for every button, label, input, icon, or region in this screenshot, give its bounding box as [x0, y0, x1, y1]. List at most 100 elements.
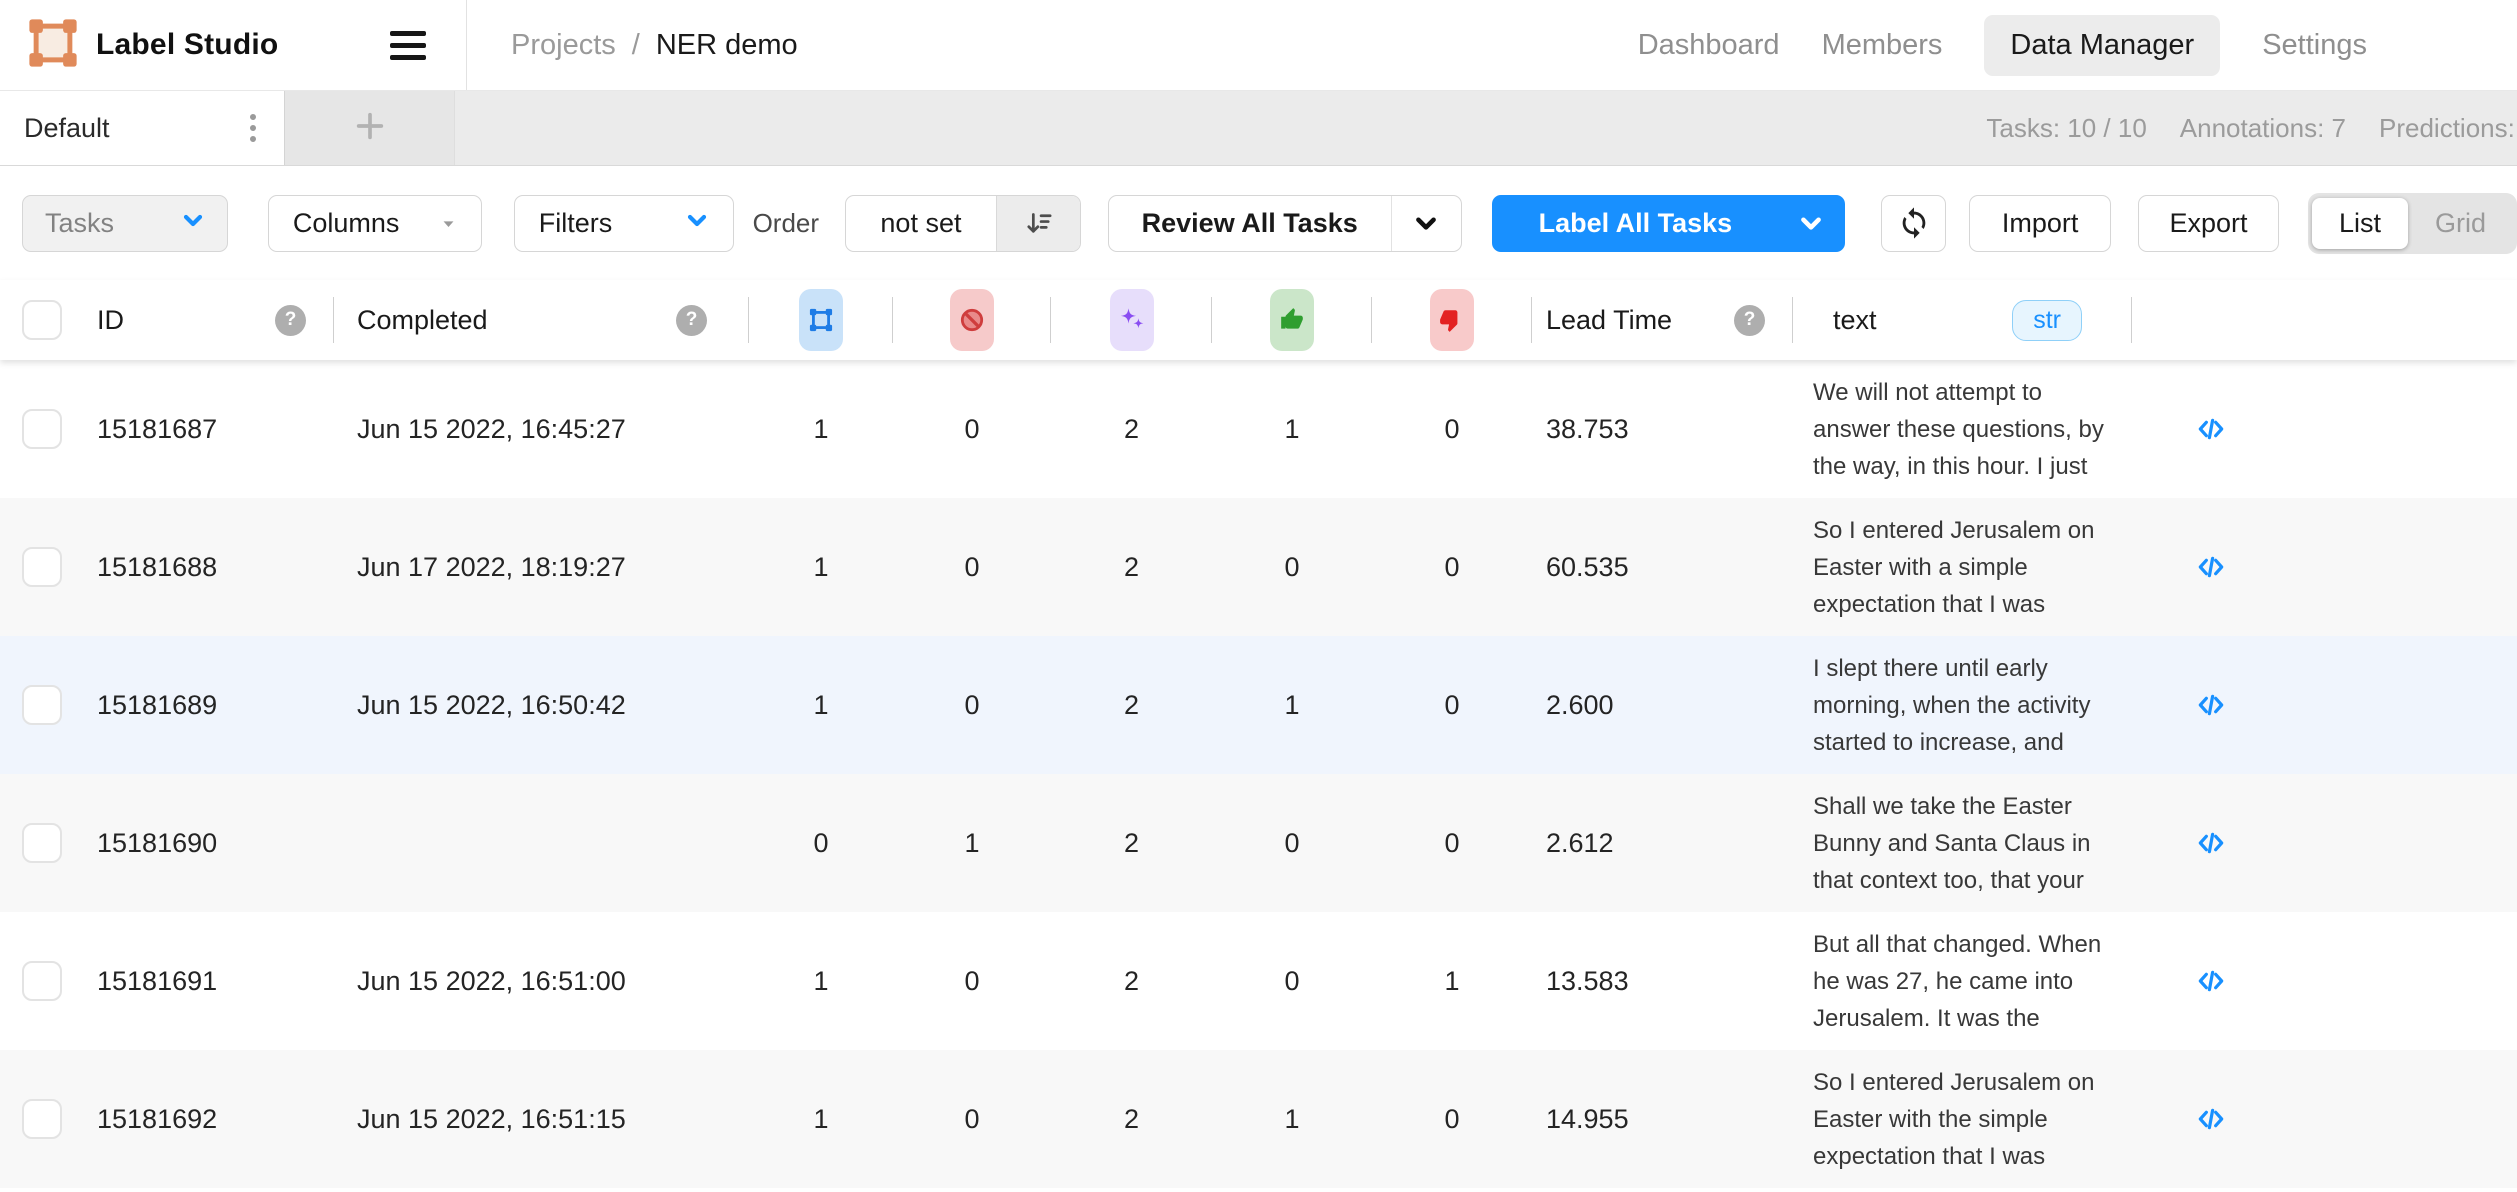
help-icon[interactable]: ? — [1734, 305, 1765, 336]
help-icon[interactable]: ? — [676, 305, 707, 336]
label-all-tasks-button[interactable]: Label All Tasks — [1492, 195, 1846, 252]
rejected-count: 0 — [1372, 690, 1532, 721]
accepted-count: 0 — [1212, 828, 1372, 859]
filters-dropdown[interactable]: Filters — [514, 195, 734, 252]
no-entry-icon — [950, 289, 994, 351]
label-all-tasks-label: Label All Tasks — [1493, 208, 1779, 239]
show-source-button[interactable] — [2132, 827, 2290, 859]
stat-tasks: Tasks: 10 / 10 — [1986, 113, 2146, 144]
tab-default[interactable]: Default — [0, 91, 285, 165]
grid-view-button[interactable]: Grid — [2408, 198, 2513, 249]
show-source-button[interactable] — [2132, 551, 2290, 583]
rejected-count: 0 — [1372, 552, 1532, 583]
id-header-label: ID — [97, 305, 124, 336]
annotations-count: 0 — [749, 828, 893, 859]
task-table: 15181687 Jun 15 2022, 16:45:27 1 0 2 1 0… — [0, 360, 2517, 1188]
cancelled-count: 0 — [893, 414, 1051, 445]
row-checkbox[interactable] — [22, 823, 62, 863]
nav-data-manager[interactable]: Data Manager — [1984, 15, 2220, 76]
plus-icon — [353, 109, 387, 148]
row-checkbox[interactable] — [22, 1099, 62, 1139]
review-dropdown-toggle[interactable] — [1391, 196, 1461, 251]
column-header-annotations[interactable] — [749, 280, 893, 360]
stat-annotations: Annotations: 7 — [2180, 113, 2346, 144]
sort-descending-icon — [1023, 208, 1054, 239]
select-all-checkbox[interactable] — [22, 300, 62, 340]
accepted-count: 1 — [1212, 690, 1372, 721]
accepted-count: 1 — [1212, 414, 1372, 445]
predictions-count: 2 — [1051, 552, 1212, 583]
task-completed: Jun 15 2022, 16:50:42 — [334, 690, 749, 721]
help-icon[interactable]: ? — [275, 305, 306, 336]
rejected-count: 0 — [1372, 828, 1532, 859]
list-view-button[interactable]: List — [2312, 198, 2408, 249]
show-source-button[interactable] — [2132, 689, 2290, 721]
column-header-source — [2132, 280, 2290, 360]
cancelled-count: 0 — [893, 690, 1051, 721]
table-row[interactable]: 15181692 Jun 15 2022, 16:51:15 1 0 2 1 0… — [0, 1050, 2517, 1188]
breadcrumb-projects[interactable]: Projects — [511, 29, 616, 62]
task-completed: Jun 17 2022, 18:19:27 — [334, 552, 749, 583]
task-completed: Jun 15 2022, 16:45:27 — [334, 414, 749, 445]
table-row[interactable]: 15181691 Jun 15 2022, 16:51:00 1 0 2 0 1… — [0, 912, 2517, 1050]
nav-dashboard[interactable]: Dashboard — [1638, 15, 1780, 76]
cancelled-count: 0 — [893, 552, 1051, 583]
brand-zone: Label Studio — [0, 0, 467, 90]
import-button[interactable]: Import — [1969, 195, 2111, 252]
hamburger-menu-icon[interactable] — [390, 31, 426, 60]
task-text-snippet: Shall we take the Easter Bunny and Santa… — [1793, 788, 2123, 899]
annotations-count: 1 — [749, 966, 893, 997]
code-icon — [2195, 1103, 2227, 1135]
lead-time: 13.583 — [1532, 966, 1793, 997]
tab-kebab-menu-icon[interactable] — [244, 108, 262, 148]
tasks-dropdown[interactable]: Tasks — [22, 195, 228, 252]
toolbar: Tasks Columns Filters Order not set Revi… — [0, 166, 2517, 280]
refresh-button[interactable] — [1881, 195, 1946, 252]
order-value-button[interactable]: not set — [845, 195, 1081, 252]
rejected-count: 1 — [1372, 966, 1532, 997]
row-checkbox[interactable] — [22, 547, 62, 587]
label-dropdown-toggle[interactable] — [1778, 196, 1844, 251]
table-row[interactable]: 15181690 0 1 2 0 0 2.612 Shall we take t… — [0, 774, 2517, 912]
table-row[interactable]: 15181687 Jun 15 2022, 16:45:27 1 0 2 1 0… — [0, 360, 2517, 498]
column-header-rejected[interactable] — [1372, 280, 1532, 360]
add-tab-button[interactable] — [285, 91, 455, 165]
stat-predictions: Predictions: 20 — [2379, 113, 2517, 144]
table-header: ID ? Completed ? — [0, 280, 2517, 360]
task-text-snippet: I slept there until early morning, when … — [1793, 650, 2123, 761]
code-icon — [2195, 827, 2227, 859]
show-source-button[interactable] — [2132, 413, 2290, 445]
table-row[interactable]: 15181689 Jun 15 2022, 16:50:42 1 0 2 1 0… — [0, 636, 2517, 774]
app-header: Label Studio Projects / NER demo Dashboa… — [0, 0, 2517, 91]
column-header-id[interactable]: ID ? — [85, 280, 334, 360]
task-text-snippet: So I entered Jerusalem on Easter with a … — [1793, 512, 2123, 623]
row-checkbox[interactable] — [22, 409, 62, 449]
columns-dropdown[interactable]: Columns — [268, 195, 482, 252]
column-header-completed[interactable]: Completed ? — [334, 280, 749, 360]
show-source-button[interactable] — [2132, 965, 2290, 997]
column-header-cancelled[interactable] — [893, 280, 1051, 360]
table-row[interactable]: 15181688 Jun 17 2022, 18:19:27 1 0 2 0 0… — [0, 498, 2517, 636]
predictions-count: 2 — [1051, 414, 1212, 445]
tab-bar: Default Tasks: 10 / 10 Annotations: 7 Pr… — [0, 91, 2517, 166]
nav-members[interactable]: Members — [1822, 15, 1943, 76]
row-checkbox[interactable] — [22, 685, 62, 725]
sort-direction-button[interactable] — [996, 196, 1080, 251]
row-checkbox[interactable] — [22, 961, 62, 1001]
column-header-lead-time[interactable]: Lead Time ? — [1532, 280, 1793, 360]
bounding-box-icon — [799, 289, 843, 351]
task-id: 15181690 — [85, 828, 334, 859]
column-header-text[interactable]: text str — [1793, 280, 2132, 360]
order-label: Order — [753, 208, 819, 239]
column-header-accepted[interactable] — [1212, 280, 1372, 360]
export-label: Export — [2169, 208, 2247, 239]
chevron-down-icon — [181, 208, 205, 239]
sparkles-icon — [1110, 289, 1154, 351]
export-button[interactable]: Export — [2138, 195, 2279, 252]
nav-settings[interactable]: Settings — [2262, 15, 2367, 76]
show-source-button[interactable] — [2132, 1103, 2290, 1135]
accepted-count: 0 — [1212, 552, 1372, 583]
column-header-predictions[interactable] — [1051, 280, 1212, 360]
review-all-tasks-button[interactable]: Review All Tasks — [1108, 195, 1462, 252]
accepted-count: 1 — [1212, 1104, 1372, 1135]
